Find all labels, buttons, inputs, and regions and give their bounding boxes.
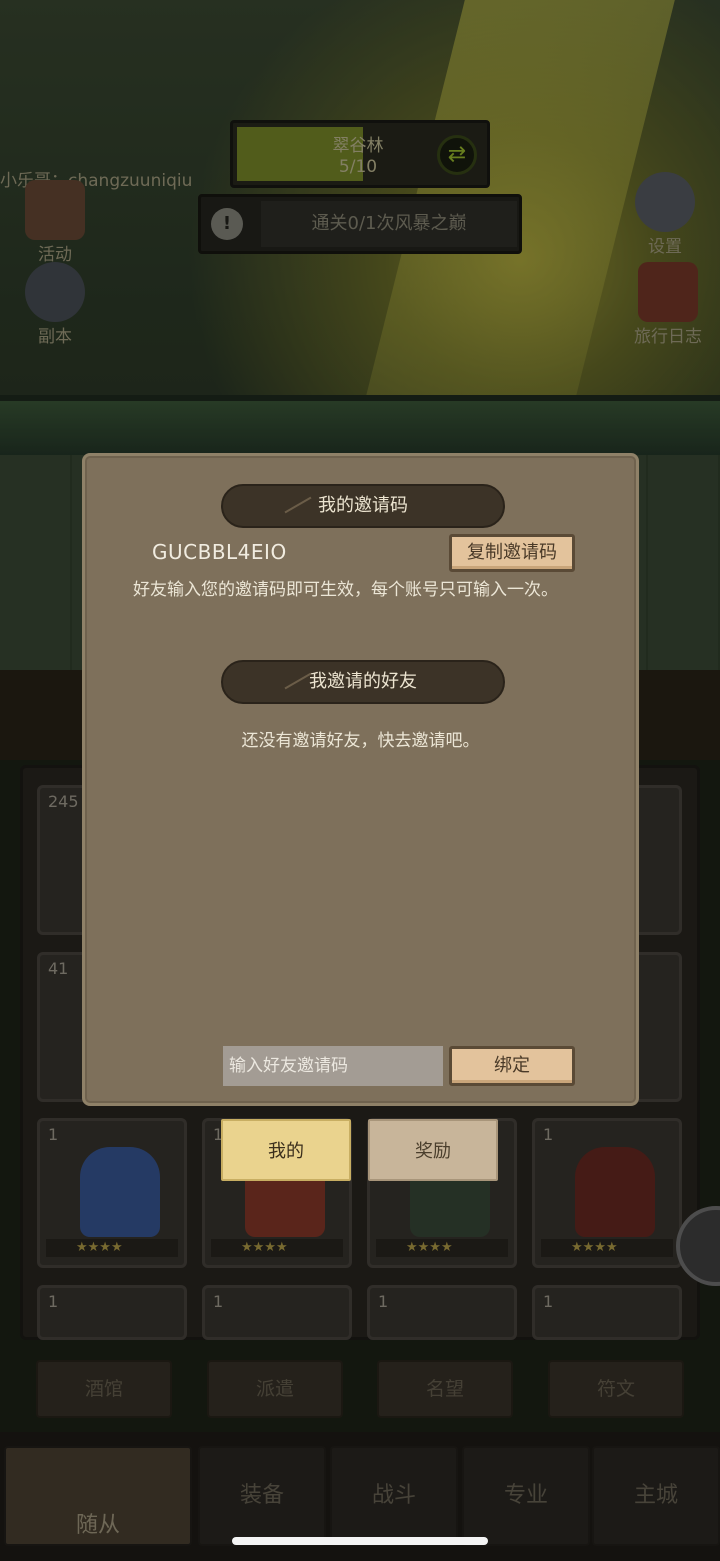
friend-code-input[interactable] <box>223 1046 443 1086</box>
invite-description: 好友输入您的邀请码即可生效，每个账号只可输入一次。 <box>133 580 558 600</box>
tab-reward[interactable]: 奖励 <box>368 1119 498 1181</box>
invited-friends-header: 我邀请的好友 <box>221 660 505 704</box>
my-invite-code-header: 我的邀请码 <box>221 484 505 528</box>
invite-code-value: GUCBBL4EIO <box>152 540 287 564</box>
invite-dialog: 我的邀请码 GUCBBL4EIO 复制邀请码 好友输入您的邀请码即可生效，每个账… <box>82 453 639 1106</box>
bind-button[interactable]: 绑定 <box>449 1046 575 1086</box>
tab-mine[interactable]: 我的 <box>221 1119 351 1181</box>
home-indicator[interactable] <box>232 1537 488 1545</box>
no-friends-message: 还没有邀请好友，快去邀请吧。 <box>241 731 480 751</box>
copy-invite-code-button[interactable]: 复制邀请码 <box>449 534 575 572</box>
